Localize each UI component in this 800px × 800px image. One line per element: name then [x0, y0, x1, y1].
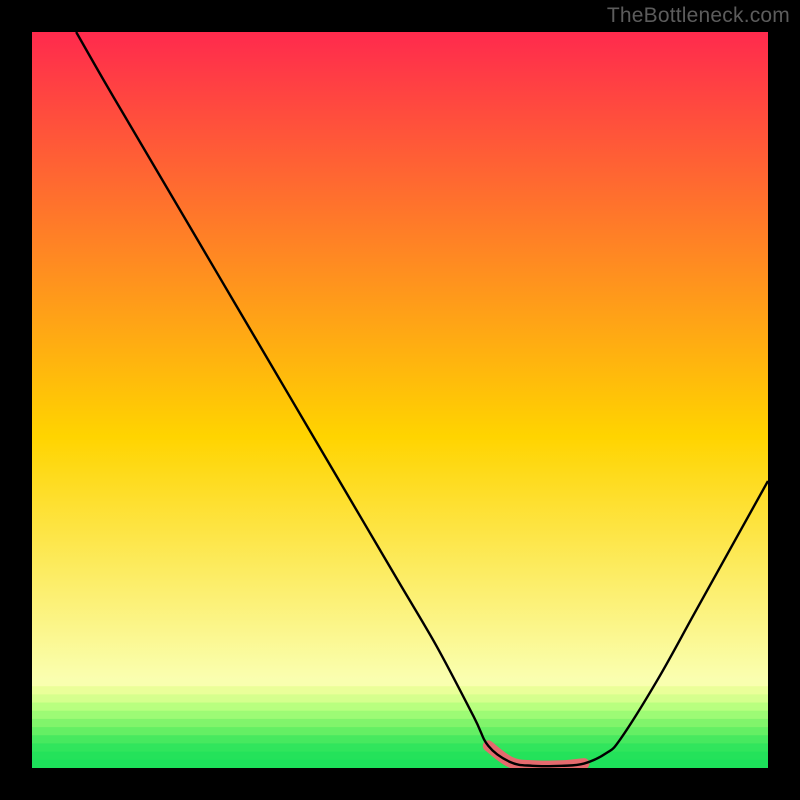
plot-area: [32, 32, 768, 768]
chart-container: TheBottleneck.com: [0, 0, 800, 800]
bottleneck-curve: [76, 32, 768, 766]
watermark-text: TheBottleneck.com: [607, 4, 790, 28]
curve-layer: [32, 32, 768, 768]
highlight-segment: [488, 746, 584, 766]
